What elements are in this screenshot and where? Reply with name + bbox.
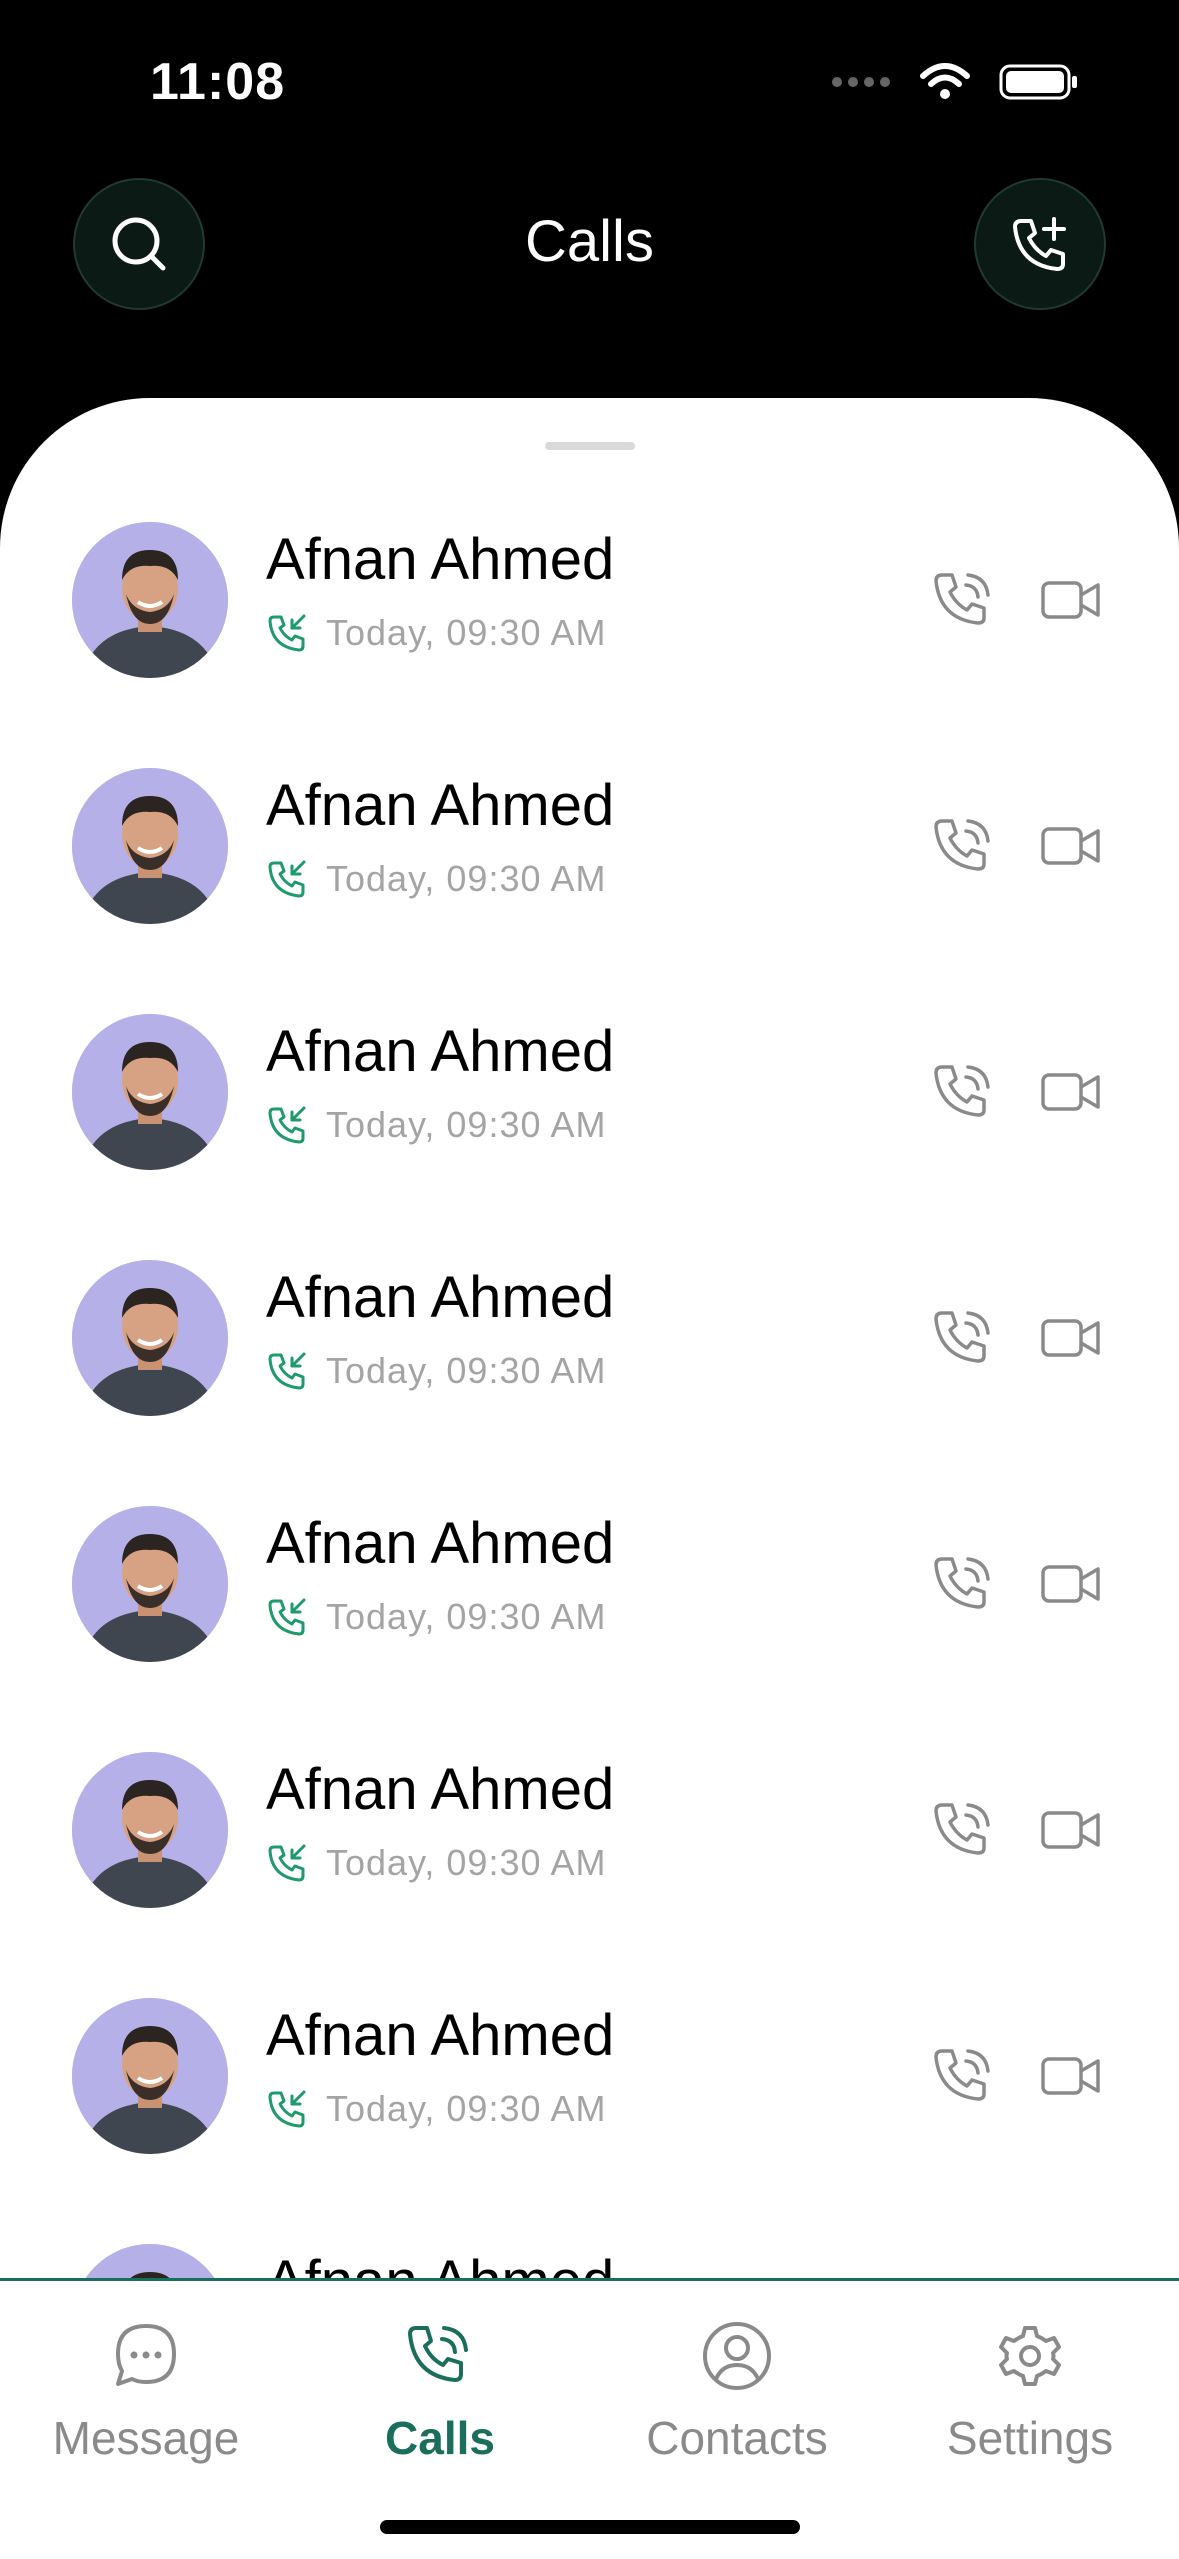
call-row[interactable]: Afnan Ahmed Today, 09:30 AM [0, 1874, 1179, 2154]
video-camera-icon [1041, 1073, 1100, 1111]
voice-call-button[interactable] [926, 809, 1000, 883]
call-row[interactable]: Afnan Ahmed Today, 09:30 AM [0, 890, 1179, 1170]
tab-contacts[interactable]: Contacts [607, 2311, 867, 2465]
tab-settings[interactable]: Settings [900, 2311, 1160, 2465]
call-row[interactable]: Afnan Ahmed Today, 09:30 AM [0, 644, 1179, 924]
video-camera-icon [1041, 581, 1100, 619]
status-time: 11:08 [150, 53, 286, 111]
status-bar: 11:08 [0, 0, 1179, 170]
message-icon [116, 2324, 176, 2386]
video-camera-icon [1041, 1319, 1100, 1357]
signal-dots-icon [832, 77, 890, 87]
call-row[interactable]: Afnan Ahmed Today, 09:30 AM [0, 1628, 1179, 1908]
phone-icon [934, 1557, 990, 1609]
phone-icon [934, 2049, 990, 2101]
voice-call-button[interactable] [926, 1301, 1000, 1375]
contact-name: Afnan Ahmed [266, 1757, 615, 1822]
voice-call-button[interactable] [926, 563, 1000, 637]
tab-message[interactable]: Message [16, 2311, 276, 2465]
calls-icon [408, 2326, 468, 2382]
video-camera-icon [1041, 1565, 1100, 1603]
contact-name: Afnan Ahmed [266, 2003, 615, 2068]
video-call-button[interactable] [1038, 563, 1104, 637]
call-list: Afnan Ahmed Today, 09:30 AM Afnan Ahmed … [0, 398, 1179, 2278]
video-camera-icon [1041, 2057, 1100, 2095]
settings-icon [999, 2326, 1061, 2386]
contact-name: Afnan Ahmed [266, 1019, 615, 1084]
contact-name: Afnan Ahmed [266, 773, 615, 838]
battery-icon [999, 64, 1077, 100]
video-call-button[interactable] [1038, 2039, 1104, 2113]
video-call-button[interactable] [1038, 1793, 1104, 1867]
phone-icon [934, 573, 990, 625]
new-call-button[interactable] [974, 178, 1106, 310]
call-row[interactable]: Afnan Ahmed Today, 09:30 AM [0, 1136, 1179, 1416]
video-call-button[interactable] [1038, 1301, 1104, 1375]
video-camera-icon [1041, 827, 1100, 865]
video-call-button[interactable] [1038, 1547, 1104, 1621]
tab-calls[interactable]: Calls [310, 2311, 570, 2465]
contact-name: Afnan Ahmed [266, 2248, 614, 2278]
avatar [72, 2244, 228, 2278]
voice-call-button[interactable] [926, 1793, 1000, 1867]
contact-name: Afnan Ahmed [266, 527, 615, 592]
call-row[interactable]: Afnan Ahmed Today, 09:30 AM [0, 398, 1179, 678]
video-call-button[interactable] [1038, 809, 1104, 883]
call-row[interactable]: Afnan Ahmed Today, 09:30 AM [0, 1382, 1179, 1662]
contact-name: Afnan Ahmed [266, 1265, 615, 1330]
calls-sheet: Afnan Ahmed Today, 09:30 AM Afnan Ahmed … [0, 398, 1179, 2556]
tab-bar: Message Calls Contacts Settings [0, 2278, 1179, 2559]
voice-call-button[interactable] [926, 2039, 1000, 2113]
wifi-icon [920, 63, 970, 99]
phone-icon [934, 1803, 990, 1855]
call-row[interactable]: Afnan Ahmed Today, 09:30 AM [0, 2120, 1179, 2278]
phone-plus-icon [1013, 217, 1066, 271]
phone-icon [934, 1311, 990, 1363]
home-indicator[interactable] [380, 2520, 800, 2534]
phone-icon [934, 1065, 990, 1117]
contacts-icon [703, 2322, 771, 2390]
voice-call-button[interactable] [926, 1547, 1000, 1621]
video-call-button[interactable] [1038, 1055, 1104, 1129]
video-camera-icon [1041, 1811, 1100, 1849]
contact-name: Afnan Ahmed [266, 1511, 615, 1576]
voice-call-button[interactable] [926, 1055, 1000, 1129]
header: Calls [0, 170, 1179, 400]
phone-icon [934, 819, 990, 871]
status-indicators [831, 62, 1079, 102]
